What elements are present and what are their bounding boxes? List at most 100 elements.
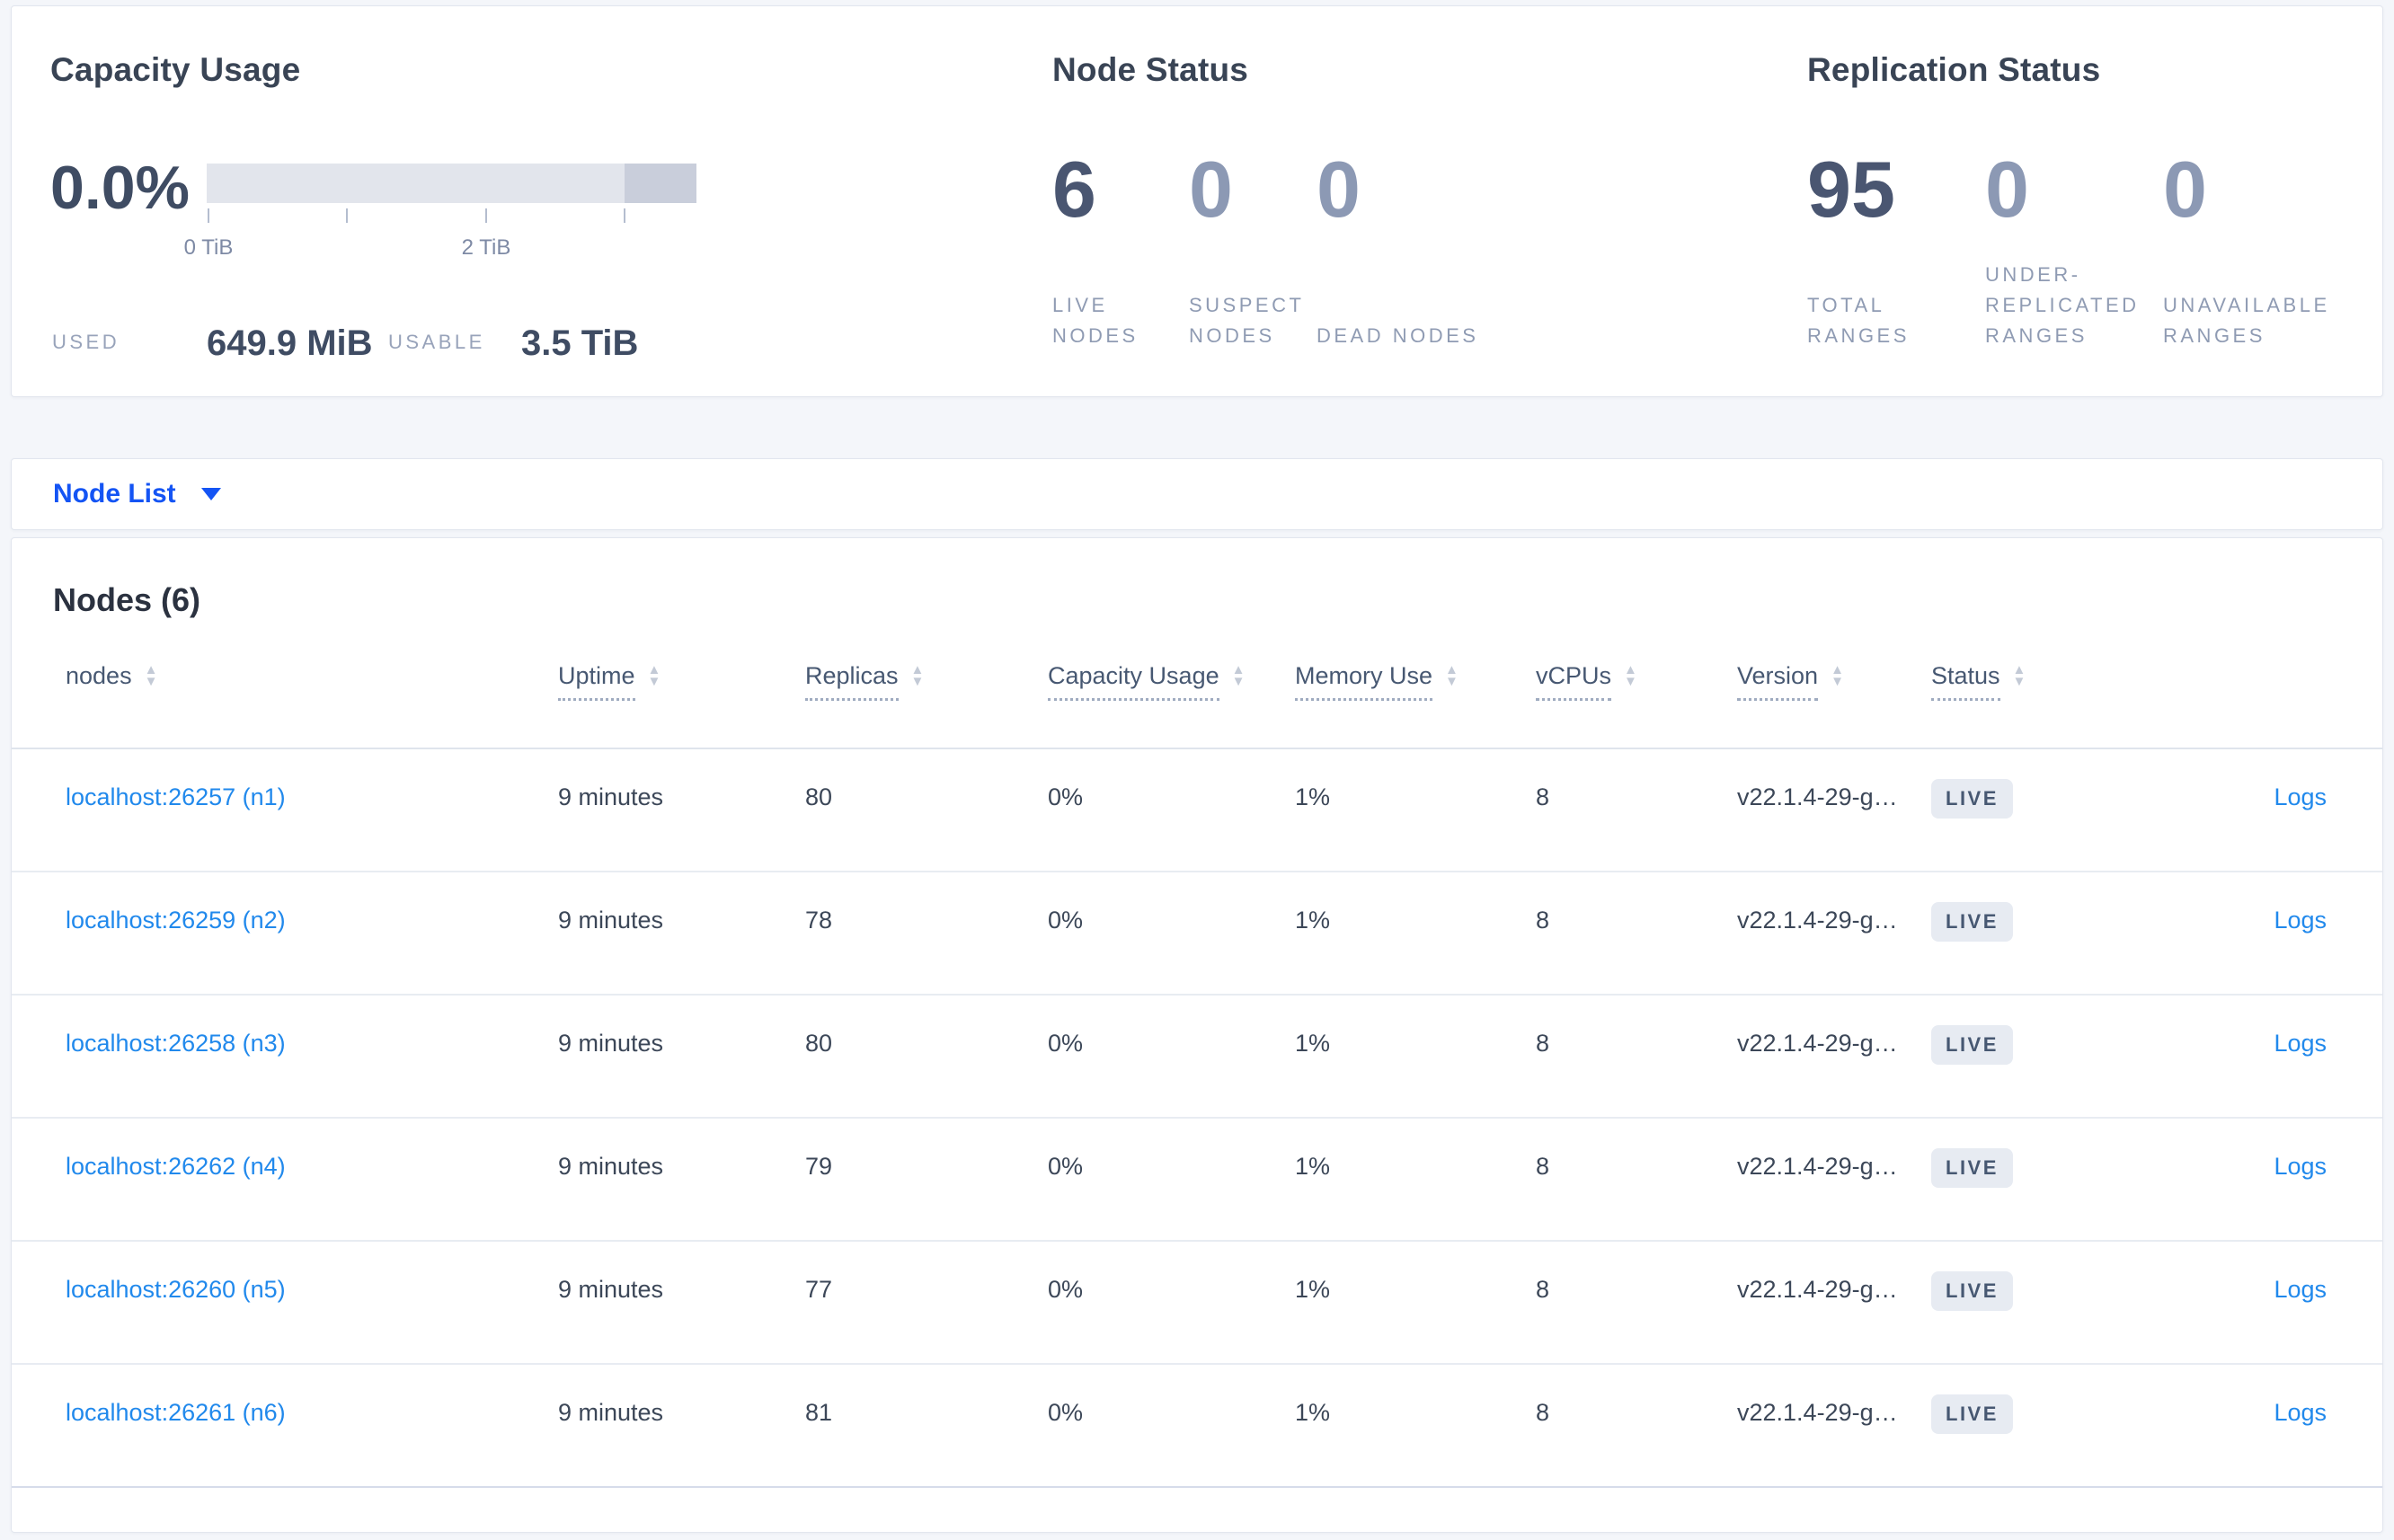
stat-label: DEAD NODES xyxy=(1317,323,1479,347)
axis-tick-label: 0 TiB xyxy=(183,235,234,260)
replicas-cell: 80 xyxy=(805,783,833,810)
capacity-usage-cell: 0% xyxy=(1048,783,1084,810)
sort-icon[interactable]: ▲ ▼ xyxy=(911,663,925,688)
column-header-label: Status xyxy=(1931,662,2000,701)
logs-cell: Logs xyxy=(2274,1030,2327,1058)
stat-under-replicated-ranges: 0 UNDER-REPLICATED RANGES xyxy=(1985,149,2163,351)
view-selector-bar: Node List xyxy=(11,458,2383,530)
column-header-label: Replicas xyxy=(805,662,899,701)
vcpus-cell: 8 xyxy=(1536,1399,1550,1426)
node-cell: localhost:26257 (n1) xyxy=(66,783,558,811)
column-header-label: nodes xyxy=(66,662,132,689)
sort-icon[interactable]: ▲ ▼ xyxy=(2013,663,2026,688)
node-cell: localhost:26262 (n4) xyxy=(66,1153,558,1181)
node-link[interactable]: localhost:26260 (n5) xyxy=(66,1276,286,1303)
version-cell: v22.1.4-29-g… xyxy=(1737,783,1898,810)
logs-link[interactable]: Logs xyxy=(2274,1276,2327,1303)
axis-tick-label: 2 TiB xyxy=(461,235,511,260)
vcpus-cell: 8 xyxy=(1536,783,1550,810)
replicas-cell: 79 xyxy=(805,1153,833,1180)
logs-link[interactable]: Logs xyxy=(2274,1399,2327,1426)
logs-cell: Logs xyxy=(2274,783,2327,811)
axis-tick xyxy=(485,208,487,223)
status-badge: LIVE xyxy=(1931,1271,2013,1311)
node-list-dropdown[interactable]: Node List xyxy=(53,479,221,509)
capacity-bar-reserved-segment xyxy=(625,164,696,203)
replicas-cell: 81 xyxy=(805,1399,833,1426)
sort-icon[interactable]: ▲ ▼ xyxy=(1624,663,1637,688)
logs-cell: Logs xyxy=(2274,1399,2327,1427)
node-link[interactable]: localhost:26259 (n2) xyxy=(66,907,286,934)
axis-tick xyxy=(624,208,625,223)
sort-icon[interactable]: ▲ ▼ xyxy=(648,663,661,688)
table-row: localhost:26260 (n5) 9 minutes 77 0% 1% 8 v22.… xyxy=(12,1242,2382,1365)
column-header-label: Memory Use xyxy=(1295,662,1433,701)
memory-use-cell: 1% xyxy=(1295,1399,1331,1426)
sort-icon[interactable]: ▲ ▼ xyxy=(145,663,158,688)
table-row: localhost:26259 (n2) 9 minutes 78 0% 1% 8 v22.… xyxy=(12,872,2382,996)
replicas-cell: 77 xyxy=(805,1276,833,1303)
status-cell: LIVE xyxy=(1931,1025,2125,1065)
stat-live-nodes: 6 LIVE NODES xyxy=(1052,149,1189,351)
usable-label: USABLE xyxy=(388,331,485,353)
column-header-uptime[interactable]: Uptime ▲ ▼ xyxy=(558,662,805,701)
capacity-usage-cell: 0% xyxy=(1048,1153,1084,1180)
memory-use-cell: 1% xyxy=(1295,1153,1331,1180)
uptime-cell: 9 minutes xyxy=(558,1030,664,1057)
capacity-usage-cell: 0% xyxy=(1048,1399,1084,1426)
capacity-used-usable-row: USED 649.9 MiB USABLE 3.5 TiB xyxy=(50,316,1039,361)
version-cell: v22.1.4-29-g… xyxy=(1737,1276,1898,1303)
status-cell: LIVE xyxy=(1931,1394,2125,1434)
overview-panel: Capacity Usage 0.0% 0 TiB 2 TiB USED 649… xyxy=(11,5,2383,397)
node-status-stats: 6 LIVE NODES 0 SUSPECT NODES 0 DEAD NODES xyxy=(1052,149,1514,351)
capacity-percent-value: 0.0% xyxy=(50,154,190,222)
node-cell: localhost:26260 (n5) xyxy=(66,1276,558,1304)
logs-link[interactable]: Logs xyxy=(2274,1030,2327,1057)
column-header-memory-use[interactable]: Memory Use ▲ ▼ xyxy=(1295,662,1536,701)
column-header-nodes[interactable]: nodes ▲ ▼ xyxy=(66,662,558,701)
node-list-dropdown-label: Node List xyxy=(53,479,176,509)
uptime-cell: 9 minutes xyxy=(558,1276,664,1303)
node-link[interactable]: localhost:26262 (n4) xyxy=(66,1153,286,1180)
logs-link[interactable]: Logs xyxy=(2274,907,2327,934)
node-cell: localhost:26258 (n3) xyxy=(66,1030,558,1058)
memory-use-cell: 1% xyxy=(1295,783,1331,810)
stat-label: TOTAL RANGES xyxy=(1807,293,1910,347)
version-cell: v22.1.4-29-g… xyxy=(1737,907,1898,934)
nodes-table-title: Nodes (6) xyxy=(53,581,201,618)
replicas-cell: 80 xyxy=(805,1030,833,1057)
uptime-cell: 9 minutes xyxy=(558,1399,664,1426)
node-link[interactable]: localhost:26261 (n6) xyxy=(66,1399,286,1426)
column-header-status[interactable]: Status ▲ ▼ xyxy=(1931,662,2125,701)
capacity-usage-bar xyxy=(207,164,696,203)
status-badge: LIVE xyxy=(1931,902,2013,942)
replicas-cell: 78 xyxy=(805,907,833,934)
column-header-capacity-usage[interactable]: Capacity Usage ▲ ▼ xyxy=(1048,662,1295,701)
table-row: localhost:26262 (n4) 9 minutes 79 0% 1% 8 v22.… xyxy=(12,1119,2382,1242)
vcpus-cell: 8 xyxy=(1536,1276,1550,1303)
table-row: localhost:26257 (n1) 9 minutes 80 0% 1% 8 v22.… xyxy=(12,749,2382,872)
stat-label: UNDER-REPLICATED RANGES xyxy=(1985,262,2140,347)
stat-value: 0 xyxy=(2163,145,2207,234)
status-badge: LIVE xyxy=(1931,779,2013,819)
column-header-version[interactable]: Version ▲ ▼ xyxy=(1737,662,1931,701)
logs-link[interactable]: Logs xyxy=(2274,783,2327,810)
stat-dead-nodes: 0 DEAD NODES xyxy=(1317,149,1514,351)
logs-link[interactable]: Logs xyxy=(2274,1153,2327,1180)
column-header-replicas[interactable]: Replicas ▲ ▼ xyxy=(805,662,1048,701)
capacity-usage-cell: 0% xyxy=(1048,1030,1084,1057)
usable-value: 3.5 TiB xyxy=(521,323,639,363)
capacity-usage-cell: 0% xyxy=(1048,1276,1084,1303)
memory-use-cell: 1% xyxy=(1295,1030,1331,1057)
status-cell: LIVE xyxy=(1931,902,2125,942)
sort-icon[interactable]: ▲ ▼ xyxy=(1445,663,1459,688)
node-link[interactable]: localhost:26257 (n1) xyxy=(66,783,286,810)
column-header-label: Capacity Usage xyxy=(1048,662,1219,701)
capacity-bar-axis: 0 TiB 2 TiB xyxy=(184,208,696,271)
status-badge: LIVE xyxy=(1931,1025,2013,1065)
node-link[interactable]: localhost:26258 (n3) xyxy=(66,1030,286,1057)
version-cell: v22.1.4-29-g… xyxy=(1737,1153,1898,1180)
sort-icon[interactable]: ▲ ▼ xyxy=(1232,663,1246,688)
column-header-vcpus[interactable]: vCPUs ▲ ▼ xyxy=(1536,662,1737,701)
sort-icon[interactable]: ▲ ▼ xyxy=(1831,663,1844,688)
